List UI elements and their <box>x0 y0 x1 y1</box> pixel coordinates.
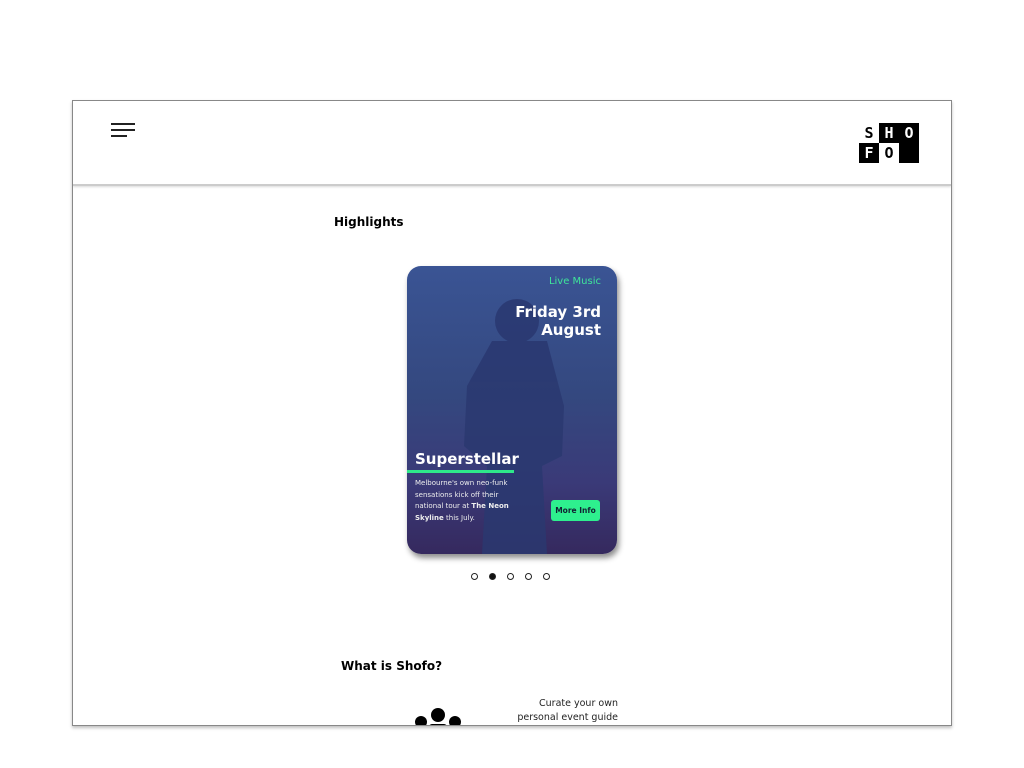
carousel-dot-active[interactable] <box>489 573 496 580</box>
about-heading: What is Shofo? <box>341 659 443 673</box>
logo-letter: O <box>879 143 899 163</box>
carousel-dot[interactable] <box>471 573 478 580</box>
event-description: Melbourne's own neo-funk sensations kick… <box>415 479 509 522</box>
feature-text: Curate your own personal event guide <box>517 698 618 723</box>
carousel-dot[interactable] <box>507 573 514 580</box>
carousel-dot[interactable] <box>525 573 532 580</box>
event-date: Friday 3rd August <box>515 303 601 339</box>
app-window: S H O F O Highlights Live Music Friday 3… <box>72 100 952 726</box>
carousel-dots <box>471 573 550 580</box>
category-tag: Live Music <box>548 276 601 287</box>
hamburger-menu-icon[interactable] <box>111 123 135 139</box>
logo-letter: F <box>859 143 879 163</box>
event-title: Superstellar <box>415 450 519 468</box>
logo-letter: S <box>859 123 879 143</box>
more-info-button[interactable]: More Info <box>551 500 600 521</box>
logo-letter: O <box>899 123 919 143</box>
people-group-icon <box>415 708 461 725</box>
logo-block <box>899 143 919 163</box>
highlights-heading: Highlights <box>334 215 404 229</box>
logo-letter: H <box>879 123 899 143</box>
event-card[interactable]: Live Music Friday 3rd August Superstella… <box>407 266 617 554</box>
header: S H O F O <box>73 101 951 186</box>
title-underline <box>407 470 514 473</box>
carousel-dot[interactable] <box>543 573 550 580</box>
shofo-logo[interactable]: S H O F O <box>859 123 921 164</box>
